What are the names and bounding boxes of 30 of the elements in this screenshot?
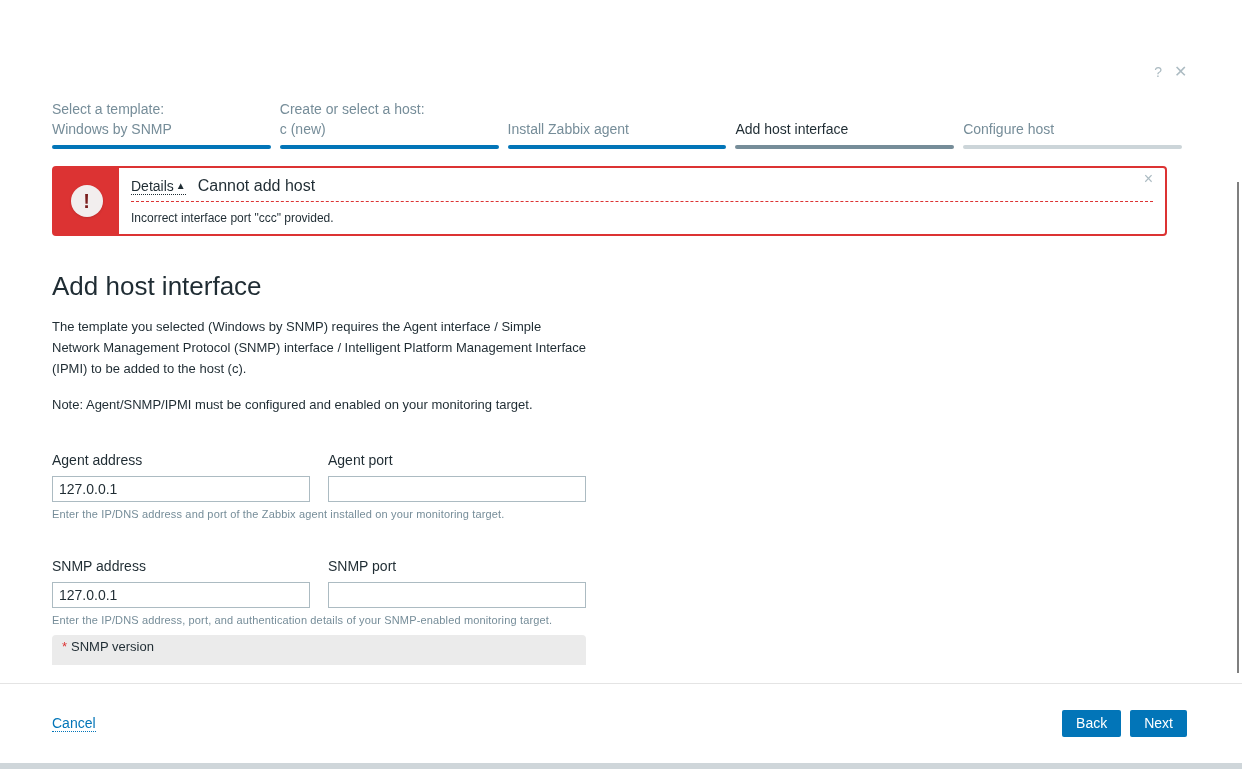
scrollbar[interactable] [1237, 182, 1239, 673]
description: The template you selected (Windows by SNMP) requires the Agent interface / Simple Network Management Protocol (SNMP) interface / Intelligent Platform Management Interface (IPMI) to be added to the host (c). [52, 318, 587, 378]
note: Note: Agent/SNMP/IPMI must be configured and enabled on your monitoring target. [52, 396, 534, 414]
step-title: Add host interface [735, 120, 850, 139]
required-mark: * [62, 641, 68, 653]
page-heading: Add host interface [52, 270, 263, 302]
port-field[interactable] [328, 476, 586, 502]
footer-button[interactable]: Next [1130, 710, 1187, 737]
step-title: c (new) [279, 120, 327, 139]
field-hint: Enter the IP/DNS address, port, and authentication details of your SNMP-enabled monitoring target. [52, 613, 554, 628]
field-label: SNMP port [328, 557, 398, 576]
address-field[interactable]: 127.0.0.1 [52, 582, 310, 608]
error-icon: ! [70, 185, 103, 217]
field-label: SNMP version [71, 641, 154, 653]
field-label: Agent address [52, 451, 144, 470]
step-label: Create or select a host: [279, 100, 426, 119]
field-label: Agent port [328, 451, 394, 470]
address-field[interactable]: 127.0.0.1 [52, 476, 310, 502]
cancel-link[interactable]: Cancel [52, 715, 96, 732]
footer-button[interactable]: Back [1062, 710, 1122, 737]
error-title: Cannot add host [197, 176, 316, 196]
step-title: Windows by SNMP [52, 120, 173, 139]
port-field[interactable] [328, 582, 586, 608]
details-toggle[interactable]: Details▲ [131, 177, 186, 195]
error-detail: Incorrect interface port "ccc" provided. [131, 210, 335, 227]
step-title: Install Zabbix agent [507, 120, 630, 139]
step-label: Select a template: [52, 100, 166, 119]
field-hint: Enter the IP/DNS address and port of the Zabbix agent installed on your monitoring target. [52, 507, 506, 522]
field-label: SNMP address [52, 557, 147, 576]
step-title: Configure host [963, 120, 1056, 139]
